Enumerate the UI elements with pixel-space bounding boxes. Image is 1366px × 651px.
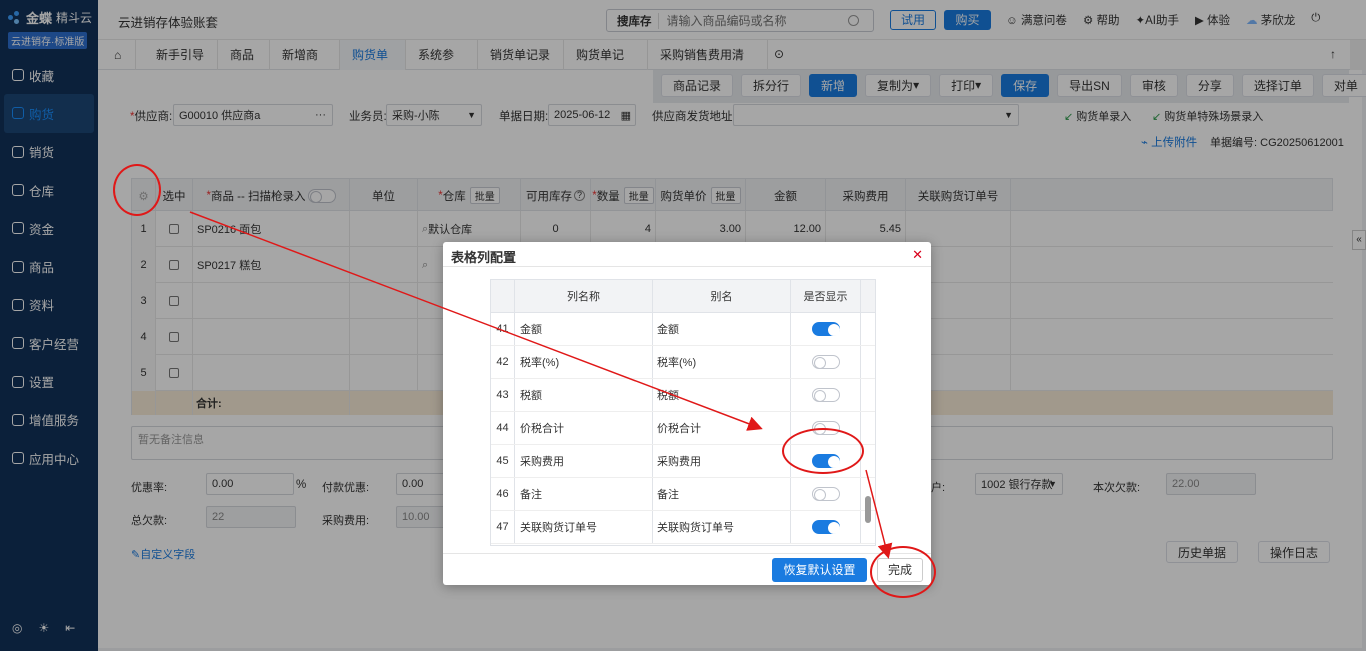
annotation-circle-column-settings <box>113 164 161 216</box>
config-col-name: 金额 <box>515 313 653 345</box>
config-col-alias[interactable]: 金额 <box>653 313 791 345</box>
config-row: 41 金额 金额 <box>491 313 875 346</box>
config-col-name: 采购费用 <box>515 445 653 477</box>
config-visible-cell <box>791 511 861 543</box>
config-row: 42 税率(%) 税率(%) <box>491 346 875 379</box>
config-visible-cell <box>791 379 861 411</box>
visibility-toggle[interactable] <box>811 487 840 501</box>
config-row-number: 44 <box>491 412 515 444</box>
config-visible-cell <box>791 346 861 378</box>
config-col-alias[interactable]: 关联购货订单号 <box>653 511 791 543</box>
annotation-circle-toggle <box>782 428 864 474</box>
config-col-name: 税率(%) <box>515 346 653 378</box>
close-icon[interactable]: ✕ <box>912 247 923 263</box>
config-col-name: 备注 <box>515 478 653 510</box>
config-header: 列名称 别名 是否显示 <box>491 280 875 313</box>
visibility-toggle[interactable] <box>811 520 840 534</box>
config-row-number: 42 <box>491 346 515 378</box>
alias-header: 别名 <box>653 280 791 312</box>
config-col-alias[interactable]: 税额 <box>653 379 791 411</box>
config-row-number: 43 <box>491 379 515 411</box>
col-name-header: 列名称 <box>515 280 653 312</box>
dialog-header: 表格列配置 ✕ <box>443 242 931 267</box>
config-col-alias[interactable]: 备注 <box>653 478 791 510</box>
config-row: 43 税额 税额 <box>491 379 875 412</box>
config-row-number: 41 <box>491 313 515 345</box>
visible-header: 是否显示 <box>791 280 861 312</box>
config-visible-cell <box>791 478 861 510</box>
config-row: 46 备注 备注 <box>491 478 875 511</box>
visibility-toggle[interactable] <box>811 355 840 369</box>
config-col-alias[interactable]: 价税合计 <box>653 412 791 444</box>
config-col-alias[interactable]: 税率(%) <box>653 346 791 378</box>
dialog-footer: 恢复默认设置 完成 <box>443 553 931 585</box>
column-config-dialog: 表格列配置 ✕ 列名称 别名 是否显示 41 金额 金额 42 税率(%) 税率(%) 43… <box>443 242 931 585</box>
visibility-toggle[interactable] <box>811 322 840 336</box>
config-col-name: 关联购货订单号 <box>515 511 653 543</box>
config-row-number: 46 <box>491 478 515 510</box>
config-row-number: 47 <box>491 511 515 543</box>
config-visible-cell <box>791 313 861 345</box>
dialog-title: 表格列配置 <box>451 250 517 265</box>
config-col-alias[interactable]: 采购费用 <box>653 445 791 477</box>
config-row-number: 45 <box>491 445 515 477</box>
annotation-circle-done <box>870 546 936 598</box>
config-row: 47 关联购货订单号 关联购货订单号 <box>491 511 875 544</box>
reset-default-button[interactable]: 恢复默认设置 <box>772 558 867 582</box>
config-col-name: 税额 <box>515 379 653 411</box>
config-col-name: 价税合计 <box>515 412 653 444</box>
visibility-toggle[interactable] <box>811 388 840 402</box>
config-scrollbar[interactable] <box>865 496 871 523</box>
column-config-table: 列名称 别名 是否显示 41 金额 金额 42 税率(%) 税率(%) 43 税额 税额 44 价税… <box>490 279 876 546</box>
